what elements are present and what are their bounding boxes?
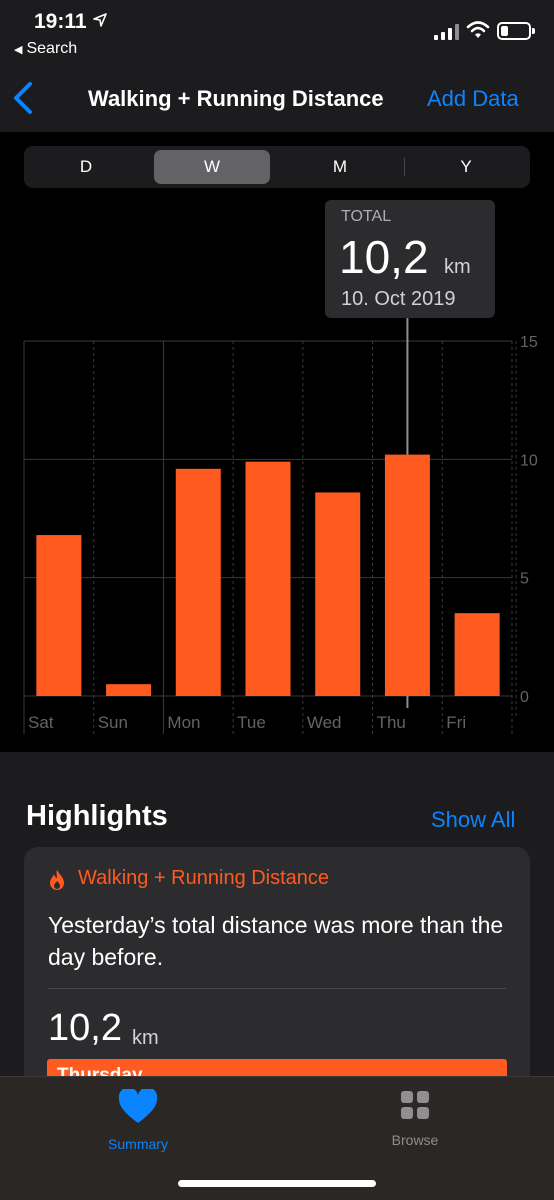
back-triangle-icon: ◀ [14, 44, 23, 56]
bar-mon[interactable] [175, 468, 221, 696]
segment-month[interactable]: M [282, 150, 398, 184]
heart-icon [118, 1087, 158, 1123]
bar-sat[interactable] [36, 535, 82, 696]
page-title: Walking + Running Distance [88, 86, 384, 111]
tooltip-date: 10. Oct 2019 [341, 288, 456, 310]
bar-thu[interactable] [384, 454, 430, 696]
cellular-signal-icon [434, 24, 460, 40]
battery-icon [497, 22, 535, 40]
tooltip-value: 10,2 [339, 231, 429, 283]
chevron-left-icon[interactable] [10, 80, 40, 116]
x-tick-label: Wed [307, 713, 342, 732]
segment-week[interactable]: W [154, 150, 270, 184]
x-tick-label: Fri [446, 713, 466, 732]
x-tick-label: Sat [28, 713, 54, 732]
bar-tue[interactable] [245, 461, 291, 696]
wifi-icon [466, 21, 490, 38]
card-unit: km [132, 1027, 159, 1049]
bar-wed[interactable] [315, 492, 361, 696]
tab-browse-label: Browse [391, 1132, 439, 1148]
tab-browse[interactable]: Browse [355, 1089, 475, 1148]
chart-bars [36, 454, 500, 696]
total-tooltip: TOTAL 10,2 km 10. Oct 2019 [325, 200, 495, 318]
status-time: 19:11 [34, 10, 87, 33]
grid-icon [401, 1091, 429, 1119]
add-data-button[interactable]: Add Data [427, 86, 519, 112]
flame-icon [50, 870, 64, 890]
y-tick-label: 10 [520, 452, 538, 469]
show-all-button[interactable]: Show All [431, 807, 515, 833]
period-segmented-control: D W M Y [24, 146, 530, 188]
status-bar: 19:11 ◀ Search [0, 0, 554, 66]
bar-sun[interactable] [106, 684, 152, 696]
y-tick-label: 5 [520, 571, 529, 588]
back-app-label: Search [26, 40, 78, 57]
tooltip-label: TOTAL [341, 208, 392, 225]
back-to-app-button[interactable]: ◀ Search [14, 40, 77, 58]
segment-day[interactable]: D [28, 150, 144, 184]
location-arrow-icon [93, 13, 107, 27]
x-tick-label: Mon [167, 713, 200, 732]
card-description: Yesterday’s total distance was more than… [48, 912, 504, 970]
x-tick-label: Sun [98, 713, 128, 732]
x-tick-label: Tue [237, 713, 266, 732]
highlight-card[interactable]: Walking + Running Distance Yesterday’s t… [24, 847, 530, 1107]
chart-y-ticks: 0 5 10 15 [520, 334, 538, 706]
card-divider [48, 988, 506, 989]
y-tick-label: 0 [520, 689, 529, 706]
tab-summary-label: Summary [108, 1136, 168, 1152]
segment-divider [404, 158, 405, 176]
segment-year[interactable]: Y [408, 150, 524, 184]
x-tick-label: Thu [377, 713, 406, 732]
tab-summary[interactable]: Summary [78, 1087, 198, 1152]
card-value: 10,2 [48, 1007, 122, 1049]
navigation-bar: Walking + Running Distance Add Data [0, 66, 554, 132]
y-tick-label: 15 [520, 334, 538, 351]
card-heading: Walking + Running Distance [78, 867, 330, 889]
highlights-title: Highlights [26, 800, 168, 832]
home-indicator [178, 1180, 376, 1187]
tooltip-unit: km [444, 256, 471, 278]
bar-fri[interactable] [454, 613, 500, 696]
